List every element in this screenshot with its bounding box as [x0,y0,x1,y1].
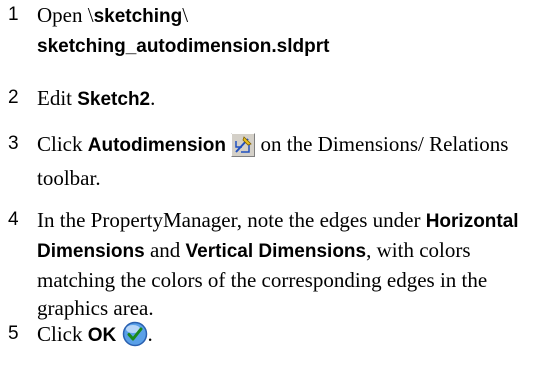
folder-name: sketching [93,6,183,27]
vertical-dimensions-label: Vertical Dimensions [185,241,367,262]
step-text: Open \sketching\ sketching_autodimension.… [37,1,544,61]
step-2: 2 Edit Sketch2. [0,84,544,114]
file-name: sketching_autodimension.sldprt [37,36,330,57]
step-4: 4 In the PropertyManager, note the edges… [0,206,544,322]
step-3: 3 Click Autodimension on the Dimensions/… [0,130,544,192]
step-text: In the PropertyManager, note the edges u… [37,206,544,322]
ok-label: OK [87,325,117,346]
step-text: Click OK . [37,320,544,354]
step-text: Click Autodimension on the Dimensions/ R… [37,130,544,192]
autodimension-icon[interactable] [231,133,256,164]
command-name: Autodimension [87,135,227,156]
sketch-name: Sketch2 [77,89,151,110]
step-text-prefix: Edit [37,86,78,110]
ok-checkmark-icon[interactable] [122,321,148,354]
step-number: 3 [8,133,19,154]
step-1: 1 Open \sketching\ sketching_autodimensio… [0,1,544,61]
step-text-prefix: Open \ [37,3,94,27]
step-number: 1 [8,4,19,25]
step-text: Edit Sketch2. [37,84,544,114]
step-5: 5 Click OK . [0,320,544,354]
step-text-mid: and [144,238,186,262]
step-text-prefix: In the PropertyManager, note the edges u… [37,208,426,232]
step-text-prefix: Click [37,322,88,346]
step-number: 5 [8,323,19,344]
step-text-prefix: Click [37,132,88,156]
step-text-suffix: . [147,322,153,346]
path-separator: \ [182,3,189,27]
step-number: 2 [8,87,19,108]
step-text-suffix: . [150,86,156,110]
step-number: 4 [8,209,19,230]
